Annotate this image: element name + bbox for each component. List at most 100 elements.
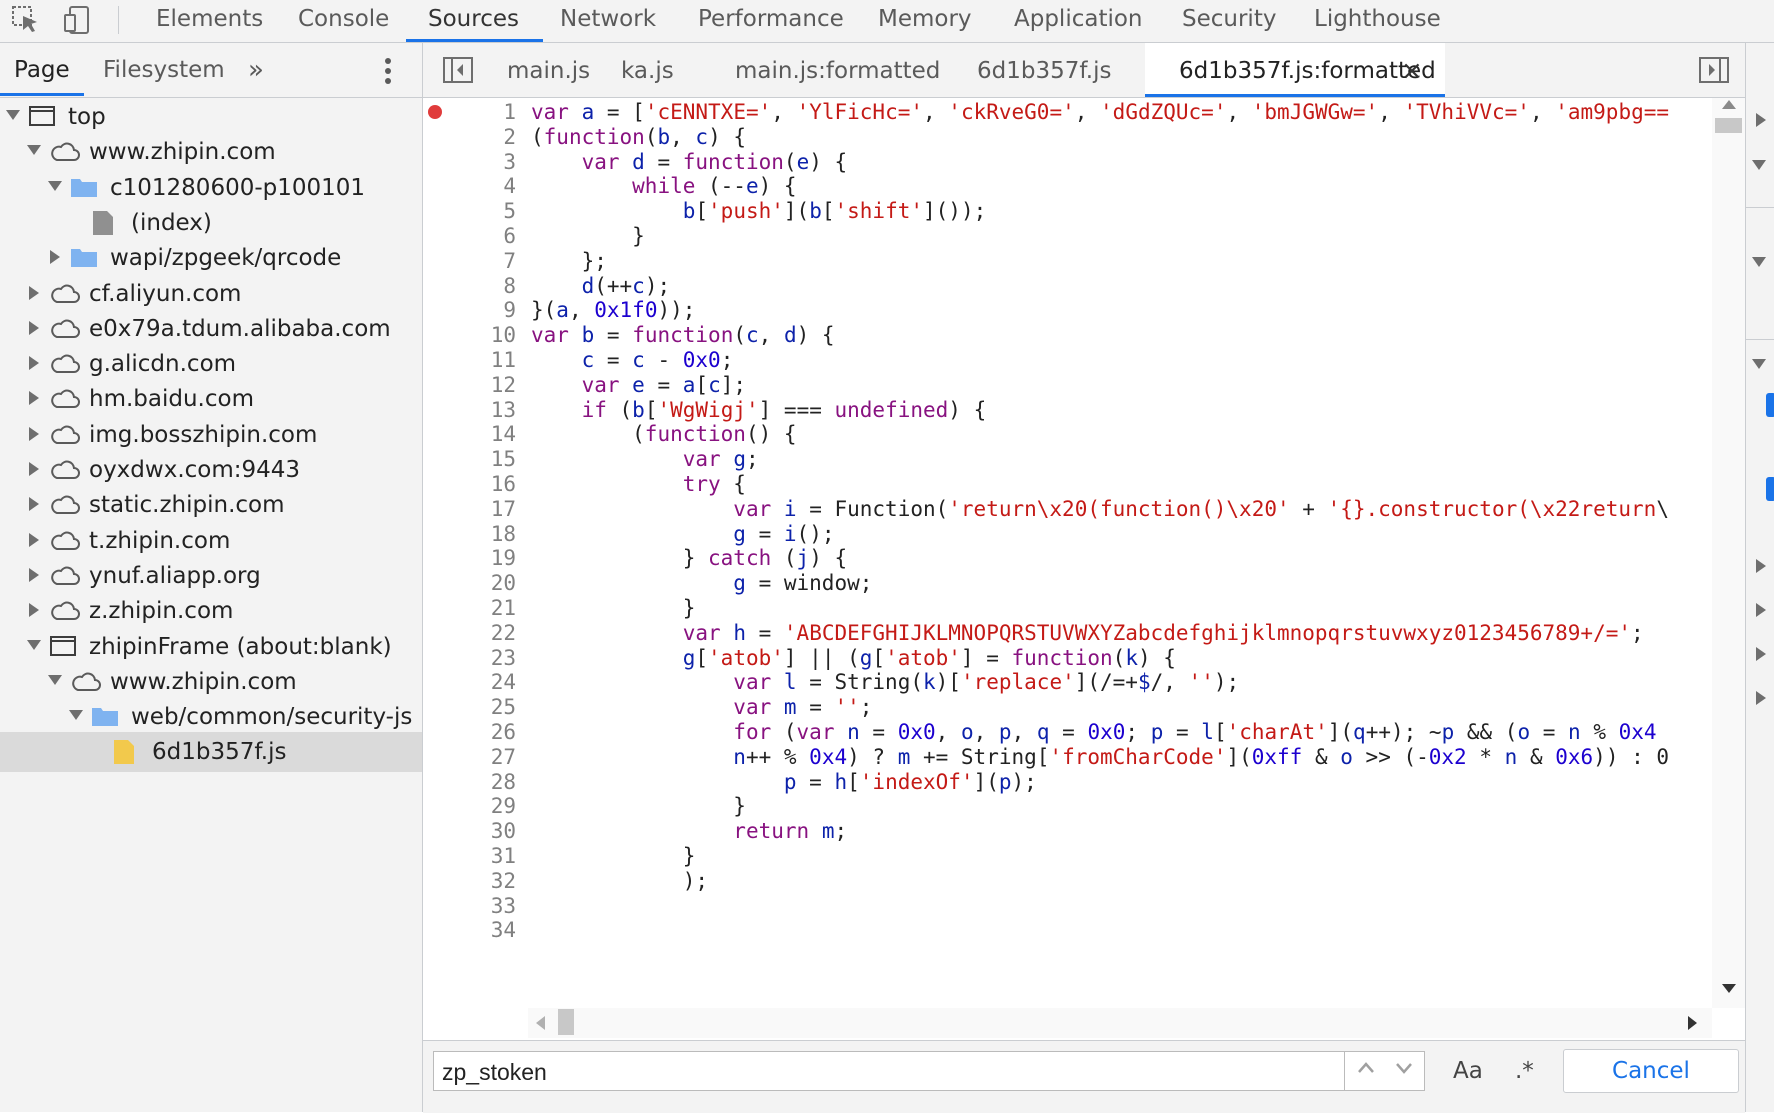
match-case-button[interactable]: Aa bbox=[1453, 1051, 1483, 1091]
code-line[interactable]: 14 (function() { bbox=[423, 420, 1712, 448]
line-number[interactable]: 21 bbox=[423, 594, 516, 622]
horizontal-scrollbar[interactable] bbox=[528, 1008, 1712, 1038]
tree-item[interactable]: ynuf.aliapp.org bbox=[0, 556, 422, 596]
tab-page[interactable]: Page bbox=[14, 43, 70, 97]
line-number[interactable]: 11 bbox=[423, 346, 516, 374]
line-number[interactable]: 1 bbox=[423, 98, 516, 126]
expanded-arrow-icon[interactable] bbox=[27, 639, 41, 650]
tree-item[interactable]: cf.aliyun.com bbox=[0, 274, 422, 314]
tree-item[interactable]: img.bosszhipin.com bbox=[0, 415, 422, 455]
tree-item[interactable]: (index) bbox=[0, 203, 422, 243]
line-number[interactable]: 14 bbox=[423, 420, 516, 448]
collapsed-arrow-icon[interactable] bbox=[29, 532, 39, 547]
code-line[interactable]: 32 ); bbox=[423, 867, 1712, 895]
line-number[interactable]: 32 bbox=[423, 867, 516, 895]
line-number[interactable]: 2 bbox=[423, 123, 516, 151]
cancel-button[interactable]: Cancel bbox=[1563, 1049, 1739, 1093]
tree-item[interactable]: g.alicdn.com bbox=[0, 344, 422, 384]
editor-tab-6d1b357f-js-formatted[interactable]: 6d1b357f.js:formatted × bbox=[1145, 43, 1445, 97]
tree-item[interactable]: hm.baidu.com bbox=[0, 379, 422, 419]
code-line[interactable]: 16 try { bbox=[423, 470, 1712, 498]
toggle-debugger-icon[interactable] bbox=[1699, 57, 1729, 83]
collapsed-arrow-icon[interactable] bbox=[29, 603, 39, 618]
line-number[interactable]: 8 bbox=[423, 272, 516, 300]
line-number[interactable]: 17 bbox=[423, 495, 516, 523]
toggle-navigator-icon[interactable] bbox=[443, 57, 473, 83]
code-line[interactable]: 19 } catch (j) { bbox=[423, 544, 1712, 572]
tab-elements[interactable]: Elements bbox=[154, 0, 265, 40]
line-number[interactable]: 28 bbox=[423, 768, 516, 796]
line-number[interactable]: 6 bbox=[423, 222, 516, 250]
line-number[interactable]: 9 bbox=[423, 296, 516, 324]
line-number[interactable]: 27 bbox=[423, 743, 516, 771]
line-number[interactable]: 34 bbox=[423, 916, 516, 944]
code-line[interactable]: 26 for (var n = 0x0, o, p, q = 0x0; p = … bbox=[423, 718, 1712, 746]
line-number[interactable]: 3 bbox=[423, 148, 516, 176]
previous-match-icon[interactable] bbox=[1357, 1060, 1374, 1076]
line-number[interactable]: 16 bbox=[423, 470, 516, 498]
code-line[interactable]: 22 var h = 'ABCDEFGHIJKLMNOPQRSTUVWXYZab… bbox=[423, 619, 1712, 647]
line-number[interactable]: 31 bbox=[423, 842, 516, 870]
close-icon[interactable]: × bbox=[1401, 43, 1423, 99]
editor-tab-ka-js[interactable]: ka.js bbox=[613, 43, 682, 97]
expand-arrow-icon[interactable] bbox=[1756, 647, 1766, 661]
code-line[interactable]: 7 }; bbox=[423, 247, 1712, 275]
more-tabs-icon[interactable]: » bbox=[248, 43, 264, 97]
code-line[interactable]: 4 while (--e) { bbox=[423, 172, 1712, 200]
line-number[interactable]: 12 bbox=[423, 371, 516, 399]
line-number[interactable]: 20 bbox=[423, 569, 516, 597]
collapse-arrow-icon[interactable] bbox=[1752, 359, 1766, 369]
line-number[interactable]: 13 bbox=[423, 396, 516, 424]
line-number[interactable]: 29 bbox=[423, 792, 516, 820]
code-line[interactable]: 34 bbox=[423, 916, 1712, 944]
tab-console[interactable]: Console bbox=[296, 0, 391, 40]
code-line[interactable]: 11 c = c - 0x0; bbox=[423, 346, 1712, 374]
code-line[interactable]: 5 b['push'](b['shift']()); bbox=[423, 197, 1712, 225]
scroll-left-arrow-icon[interactable] bbox=[536, 1016, 545, 1030]
collapsed-arrow-icon[interactable] bbox=[29, 462, 39, 476]
scroll-down-arrow-icon[interactable] bbox=[1722, 984, 1736, 993]
search-input[interactable]: zp_stoken bbox=[433, 1051, 1345, 1091]
code-line[interactable]: 29 } bbox=[423, 792, 1712, 820]
scroll-thumb[interactable] bbox=[1715, 118, 1742, 133]
code-line[interactable]: 20 g = window; bbox=[423, 569, 1712, 597]
line-number[interactable]: 10 bbox=[423, 321, 516, 349]
code-line[interactable]: 2 (function(b, c) { bbox=[423, 123, 1712, 151]
line-number[interactable]: 4 bbox=[423, 172, 516, 200]
collapse-arrow-icon[interactable] bbox=[1752, 160, 1766, 170]
line-number[interactable]: 7 bbox=[423, 247, 516, 275]
code-line[interactable]: 15 var g; bbox=[423, 445, 1712, 473]
editor-tab-6d1b357f-js[interactable]: 6d1b357f.js bbox=[969, 43, 1119, 97]
code-line[interactable]: 18 g = i(); bbox=[423, 520, 1712, 548]
collapsed-arrow-icon[interactable] bbox=[29, 285, 39, 300]
tree-item[interactable]: web/common/security-js bbox=[0, 697, 422, 737]
tab-sources[interactable]: Sources bbox=[406, 0, 543, 42]
tree-item[interactable]: zhipinFrame (about:blank) bbox=[0, 627, 422, 667]
code-line[interactable]: 10 var b = function(c, d) { bbox=[423, 321, 1712, 349]
collapsed-arrow-icon[interactable] bbox=[29, 567, 39, 582]
tree-item[interactable]: top bbox=[0, 97, 422, 137]
code-line[interactable]: 3 var d = function(e) { bbox=[423, 148, 1712, 176]
tab-memory[interactable]: Memory bbox=[876, 0, 974, 40]
line-number[interactable]: 30 bbox=[423, 817, 516, 845]
editor-tab-main-js-formatted[interactable]: main.js:formatted bbox=[727, 43, 948, 97]
expand-arrow-icon[interactable] bbox=[1756, 691, 1766, 705]
tree-item[interactable]: t.zhipin.com bbox=[0, 521, 422, 561]
line-number[interactable]: 15 bbox=[423, 445, 516, 473]
tree-item[interactable]: www.zhipin.com bbox=[0, 662, 422, 702]
expanded-arrow-icon[interactable] bbox=[6, 110, 20, 120]
line-number[interactable]: 18 bbox=[423, 520, 516, 548]
checkbox[interactable] bbox=[1766, 393, 1774, 417]
checkbox[interactable] bbox=[1766, 477, 1774, 501]
scroll-right-arrow-icon[interactable] bbox=[1688, 1016, 1697, 1030]
tab-network[interactable]: Network bbox=[558, 0, 658, 40]
tree-item[interactable]: static.zhipin.com bbox=[0, 485, 422, 525]
tree-item[interactable]: c101280600-p100101 bbox=[0, 168, 422, 208]
code-line[interactable]: 23 g['atob'] || (g['atob'] = function(k)… bbox=[423, 644, 1712, 672]
inspect-element-icon[interactable] bbox=[10, 4, 42, 36]
line-number[interactable]: 33 bbox=[423, 892, 516, 920]
tree-item[interactable]: e0x79a.tdum.alibaba.com bbox=[0, 309, 422, 349]
code-line[interactable]: 1 var a = ['cENNTXE=', 'YlFicHc=', 'ckRve… bbox=[423, 98, 1712, 126]
collapse-arrow-icon[interactable] bbox=[1752, 257, 1766, 267]
code-line[interactable]: 24 var l = String(k)['replace'](/=+$/, '… bbox=[423, 668, 1712, 696]
